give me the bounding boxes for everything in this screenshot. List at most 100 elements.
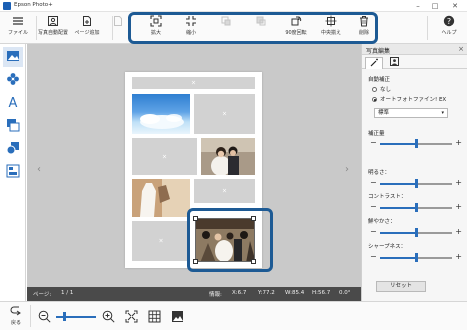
info-x: X:6.7 [232, 290, 247, 296]
add-page-icon [83, 16, 91, 26]
sharpness-slider[interactable]: − + [368, 252, 464, 262]
page-icon [114, 16, 122, 26]
info-label: 情報: [209, 292, 222, 298]
plus-icon[interactable]: + [455, 138, 462, 147]
disabled-tool-button[interactable] [109, 14, 127, 42]
couple-photo-image [201, 138, 255, 175]
add-page-button[interactable]: ページ追加 [70, 14, 104, 42]
fit-to-window-icon[interactable] [125, 310, 138, 323]
photo-wedding-dress[interactable] [132, 179, 190, 217]
info-w: W:85.4 [285, 290, 305, 296]
tab-auto-correct[interactable] [365, 57, 383, 69]
minus-icon[interactable]: − [370, 202, 377, 211]
layer-front-icon [221, 16, 231, 26]
zoom-in-button[interactable]: 拡大 [139, 14, 173, 42]
auto-layout-button[interactable]: 写真自動配置 [36, 14, 70, 42]
bottom-bar: 戻る [0, 301, 467, 330]
help-button[interactable]: ? ヘルプ [432, 14, 466, 42]
background-tool-button[interactable] [3, 139, 23, 159]
grid-icon[interactable] [148, 310, 161, 323]
text-tool-button[interactable]: A [3, 93, 23, 113]
auto-layout-label: 写真自動配置 [37, 30, 68, 36]
radio-none-indicator [372, 87, 377, 92]
slider-knob[interactable] [414, 139, 418, 148]
zoom-out-magnifier-icon[interactable] [38, 310, 51, 323]
photo-slot-empty[interactable]: × [194, 94, 255, 134]
radio-auto-photo-fine[interactable]: オートフォトファイン! EX [372, 95, 446, 103]
correction-amount-slider[interactable]: − + [368, 138, 464, 148]
slider-knob[interactable] [414, 253, 418, 262]
bottom-separator [30, 305, 31, 327]
plus-icon[interactable]: + [455, 227, 462, 236]
tab-adjust[interactable] [385, 57, 403, 69]
minus-icon[interactable]: − [370, 138, 377, 147]
resize-handle-bottom-right[interactable] [251, 259, 256, 264]
slider-knob[interactable] [414, 203, 418, 212]
minus-icon[interactable]: − [370, 252, 377, 261]
magic-wand-icon [370, 58, 378, 67]
file-menu-button[interactable]: ファイル [1, 14, 35, 42]
contrast-slider[interactable]: − + [368, 202, 464, 212]
center-align-button[interactable]: 中央揃え [314, 14, 348, 42]
panel-close-icon[interactable]: × [458, 45, 464, 53]
photo-sky[interactable] [132, 94, 190, 134]
info-angle: 0.0° [339, 290, 351, 296]
layout-tool-button[interactable] [3, 47, 23, 67]
plus-icon[interactable]: + [455, 202, 462, 211]
template-tool-button[interactable] [3, 162, 23, 182]
editing-canvas[interactable]: ‹ › × × × × × [27, 44, 361, 287]
reset-button[interactable]: リセット [376, 281, 426, 292]
next-page-arrow-icon[interactable]: › [345, 164, 349, 175]
photo-selected-wedding-party[interactable] [195, 218, 255, 262]
photo-wedding-couple[interactable] [201, 138, 255, 175]
maximize-icon[interactable]: □ [428, 1, 442, 11]
app-icon [3, 2, 11, 10]
saturation-slider[interactable]: − + [368, 227, 464, 237]
rotate-icon [291, 16, 302, 26]
zoom-out-button[interactable]: 縮小 [174, 14, 208, 42]
photo-layout-icon [48, 16, 58, 26]
resize-handle-top-left[interactable] [193, 216, 198, 221]
plus-icon[interactable]: + [455, 178, 462, 187]
resize-handle-bottom-left[interactable] [193, 259, 198, 264]
minimize-icon[interactable]: – [411, 1, 425, 11]
previous-page-arrow-icon[interactable]: ‹ [37, 164, 41, 175]
auto-correct-heading: 自動補正 [368, 77, 391, 83]
plus-icon[interactable]: + [455, 252, 462, 261]
resize-handle-top-right[interactable] [251, 216, 256, 221]
portrait-adjust-icon [389, 57, 399, 66]
disabled-tool-button-1[interactable] [209, 14, 243, 42]
stamp-tool-button[interactable] [3, 70, 23, 90]
frame-tool-button[interactable] [3, 116, 23, 136]
back-button[interactable]: 戻る [6, 305, 26, 329]
trash-icon [360, 16, 368, 27]
delete-button[interactable]: 削除 [347, 14, 381, 42]
dress-photo-image [132, 179, 190, 217]
panel-title: 写真編集 [366, 48, 391, 55]
correction-mode-select[interactable]: 標準 ▾ [374, 108, 448, 118]
preview-image-icon[interactable] [171, 310, 184, 323]
print-page[interactable]: × × × × × [125, 72, 262, 268]
help-icon: ? [443, 15, 455, 27]
disabled-tool-button-2[interactable] [244, 14, 278, 42]
slider-knob[interactable] [414, 179, 418, 188]
photo-slot-empty[interactable]: × [132, 138, 197, 175]
radio-none[interactable]: なし [372, 85, 391, 93]
panel-header: 写真編集 × [362, 44, 467, 55]
rotate-90-button[interactable]: 90度回転 [279, 14, 313, 42]
minus-icon[interactable]: − [370, 178, 377, 187]
zoom-slider-knob[interactable] [62, 312, 66, 321]
photo-slot-empty[interactable]: × [194, 179, 255, 203]
slider-knob[interactable] [414, 228, 418, 237]
photo-slot-empty[interactable]: × [132, 221, 190, 261]
shrink-icon [186, 16, 196, 26]
minus-icon[interactable]: − [370, 227, 377, 236]
center-align-icon [325, 15, 337, 27]
zoom-in-magnifier-icon[interactable] [102, 310, 115, 323]
close-icon[interactable]: ✕ [448, 1, 462, 11]
brightness-slider[interactable]: − + [368, 178, 464, 188]
slider-fill [380, 143, 416, 145]
slider-fill [380, 183, 416, 185]
status-bar: ページ: 1 / 1 情報: X:6.7 Y:77.2 W:85.4 H:56.… [27, 287, 361, 301]
photo-slot-empty[interactable]: × [132, 77, 255, 89]
